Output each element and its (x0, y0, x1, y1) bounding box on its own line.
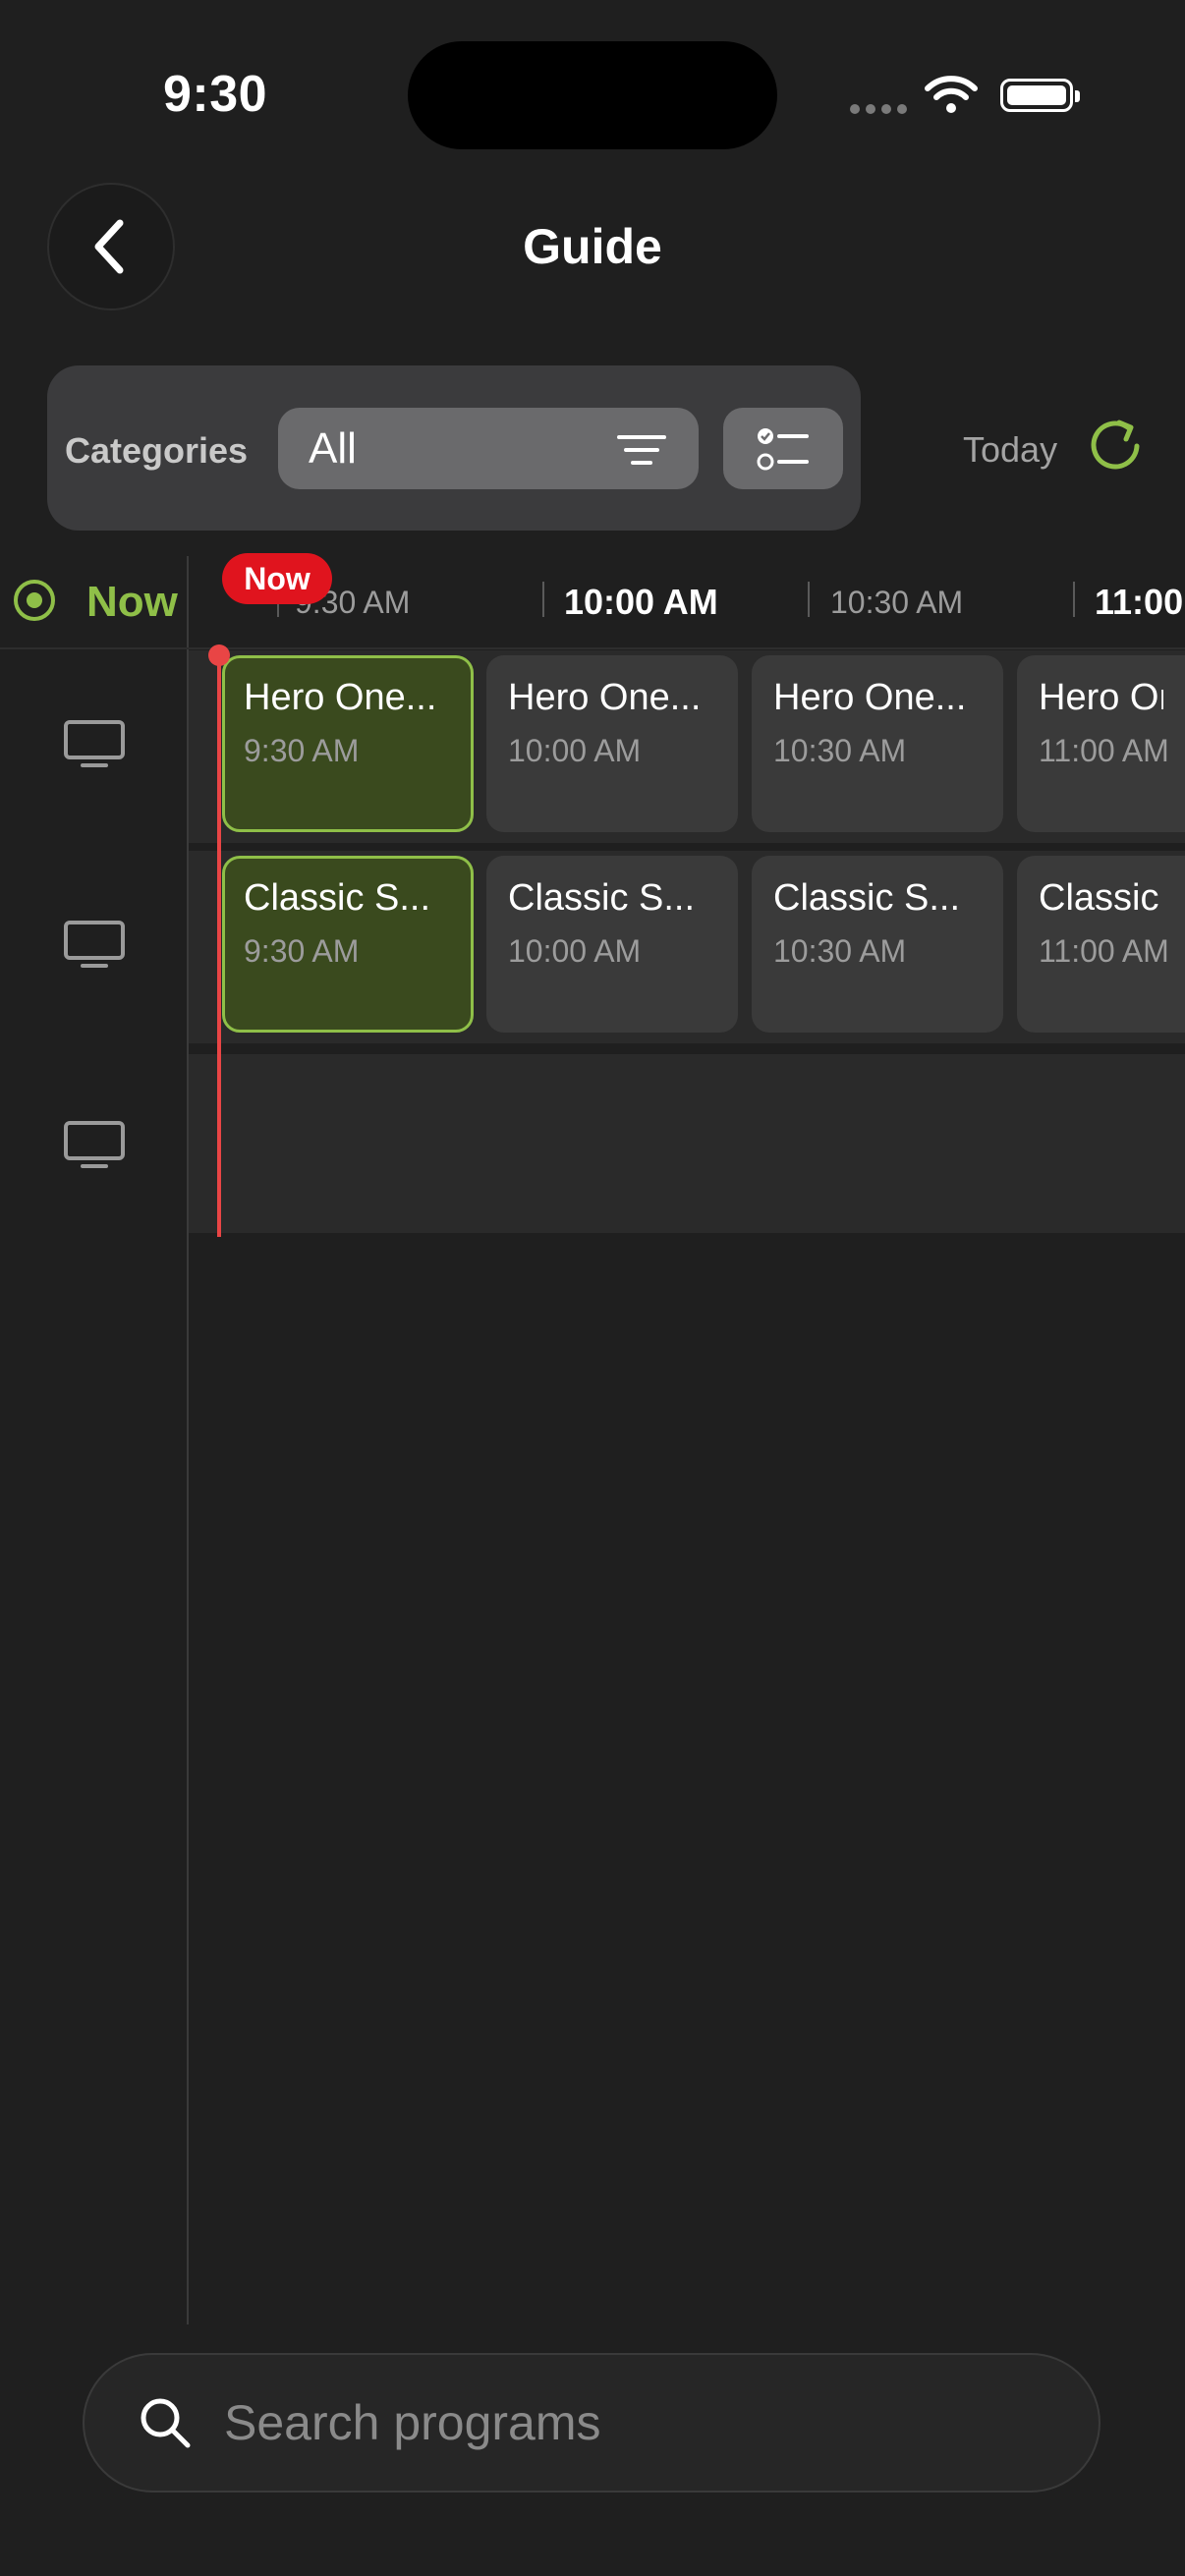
program-time: 10:30 AM (773, 733, 907, 768)
now-indicator-dot (208, 644, 230, 666)
program-time: 10:30 AM (773, 933, 907, 969)
channel-row-empty (189, 1054, 1185, 1233)
program-card[interactable]: Hero One... 10:30 AM (752, 655, 1003, 832)
time-slot-label: 10:00 AM (564, 582, 718, 622)
today-button[interactable]: Today (963, 429, 1057, 471)
jump-to-now-button[interactable]: Now (86, 578, 178, 627)
program-card[interactable]: Classic S... 10:30 AM (752, 856, 1003, 1033)
program-card[interactable]: Classic S... 10:00 AM (486, 856, 738, 1033)
checklist-button[interactable] (723, 408, 843, 489)
now-icon (14, 580, 55, 621)
time-slot-label: 10:30 AM (830, 585, 964, 620)
program-card[interactable]: Hero One... 11:00 AM (1017, 655, 1185, 832)
program-time: 10:00 AM (508, 933, 642, 969)
tv-icon[interactable] (63, 719, 126, 768)
search-input[interactable] (222, 2393, 1012, 2452)
program-title: Hero One... (773, 677, 967, 718)
program-card[interactable]: Classic S... 9:30 AM (222, 856, 474, 1033)
program-time: 9:30 AM (244, 933, 360, 969)
program-card[interactable]: Classic S... 11:00 AM (1017, 856, 1185, 1033)
program-time: 11:00 AM (1039, 733, 1169, 768)
program-card[interactable]: Hero One... 9:30 AM (222, 655, 474, 832)
wifi-icon (925, 76, 978, 113)
program-title: Classic S... (773, 877, 961, 919)
time-tick (808, 582, 810, 617)
search-bar[interactable] (83, 2353, 1100, 2492)
page-title: Guide (523, 219, 662, 274)
categories-label: Categories (65, 430, 249, 471)
program-title: Classic S... (1039, 877, 1163, 919)
program-time: 11:00 AM (1039, 933, 1169, 969)
time-slot-label: 11:00 AM (1095, 582, 1185, 622)
battery-icon (1000, 79, 1080, 112)
program-time: 10:00 AM (508, 733, 642, 768)
program-title: Classic S... (508, 877, 696, 919)
program-title: Classic S... (244, 877, 431, 919)
tv-icon[interactable] (63, 920, 126, 969)
status-time: 9:30 (163, 66, 268, 123)
program-title: Hero One... (1039, 677, 1163, 718)
refresh-icon[interactable] (1086, 415, 1145, 474)
program-title: Hero One... (244, 677, 437, 718)
program-title: Hero One... (508, 677, 702, 718)
program-card[interactable]: Hero One... 10:00 AM (486, 655, 738, 832)
checklist-icon (757, 427, 809, 470)
time-tick (1073, 582, 1075, 617)
search-icon (141, 2398, 191, 2448)
time-tick (542, 582, 544, 617)
now-indicator-line (217, 652, 221, 1237)
signal-icon (850, 104, 907, 114)
program-time: 9:30 AM (244, 733, 360, 768)
now-badge: Now (222, 553, 332, 604)
category-select-value: All (309, 424, 357, 473)
filter-icon (617, 435, 666, 465)
dynamic-island (408, 41, 777, 149)
timeline-header-divider (0, 647, 1185, 649)
tv-icon[interactable] (63, 1120, 126, 1169)
